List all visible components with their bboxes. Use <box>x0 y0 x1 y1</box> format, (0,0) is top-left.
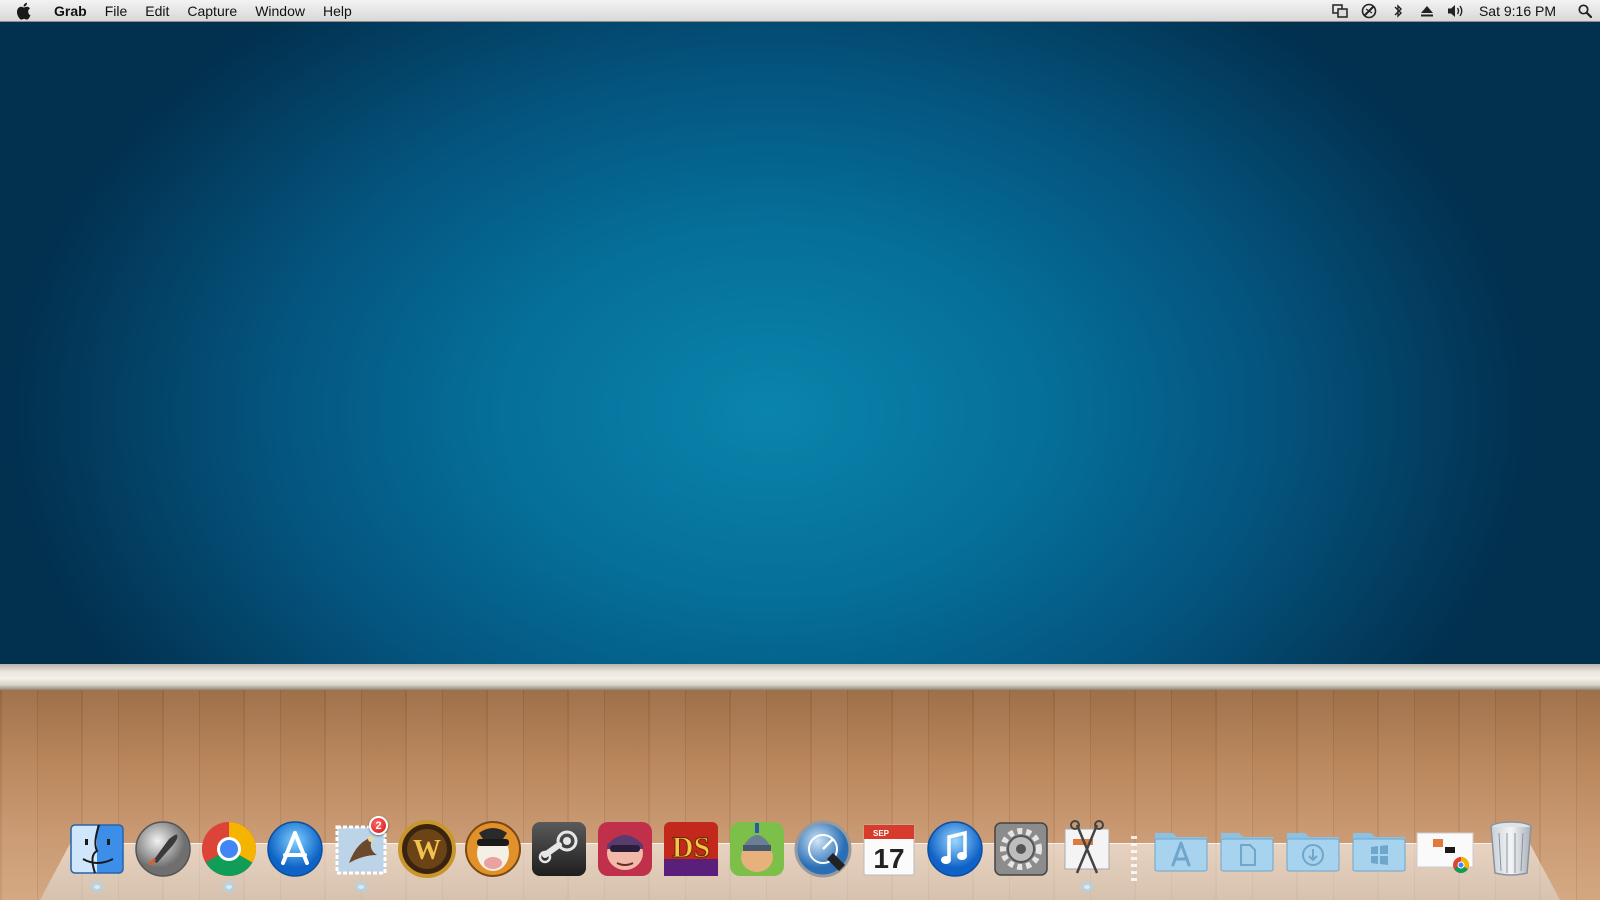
dock-item-steam[interactable] <box>526 816 592 882</box>
app-store-icon <box>267 821 323 877</box>
world-of-warcraft-icon: W <box>398 820 456 878</box>
desktop-wallpaper[interactable] <box>0 22 1600 664</box>
downloads-folder-icon <box>1286 833 1340 872</box>
menu-clock[interactable]: Sat 9:16 PM <box>1471 3 1570 19</box>
calendar-icon: SEP 17 <box>863 824 915 876</box>
steam-icon <box>532 822 586 876</box>
applications-folder-icon <box>1154 833 1208 872</box>
dock-item-knight-game[interactable] <box>724 816 790 882</box>
mail-unread-badge: 2 <box>369 816 388 835</box>
dock-item-network-utility[interactable] <box>790 816 856 882</box>
documents-folder-icon <box>1220 833 1274 872</box>
dock-item-itunes[interactable] <box>922 816 988 882</box>
system-preferences-icon <box>994 822 1048 876</box>
svg-text:DS: DS <box>672 831 710 864</box>
dock-item-scissors-utility[interactable] <box>1054 816 1120 889</box>
cartoon-thief-game-icon <box>598 822 652 876</box>
dock-item-trash[interactable] <box>1478 816 1544 882</box>
launchpad-icon <box>135 821 191 877</box>
dock-item-cow-game[interactable] <box>460 816 526 882</box>
volume-icon[interactable] <box>1442 0 1471 22</box>
itunes-icon <box>927 821 983 877</box>
eject-icon[interactable] <box>1413 0 1442 22</box>
calendar-month: SEP <box>873 829 890 838</box>
dock-separator[interactable] <box>1120 822 1148 882</box>
dock-item-world-of-warcraft[interactable]: W <box>394 816 460 882</box>
apple-menu[interactable] <box>0 0 46 22</box>
network-utility-icon <box>794 820 852 878</box>
menu-help[interactable]: Help <box>314 0 361 22</box>
dock-item-chrome[interactable] <box>196 816 262 889</box>
dock: 2 W DS SEP 17 <box>64 814 1544 889</box>
running-indicator <box>94 885 100 889</box>
apple-icon <box>16 2 31 20</box>
dock-item-mail[interactable]: 2 <box>328 816 394 889</box>
dock-item-app-store[interactable] <box>262 816 328 882</box>
scissors-utility-icon <box>1064 820 1110 874</box>
chrome-icon <box>201 822 257 877</box>
app-menu-grab[interactable]: Grab <box>46 0 96 22</box>
running-indicator <box>358 885 364 889</box>
cartoon-cow-game-icon <box>465 821 521 877</box>
chrome-file-stack-icon <box>1416 832 1474 873</box>
menu-file[interactable]: File <box>96 0 137 22</box>
cartoon-knight-game-icon <box>730 822 784 876</box>
calendar-day: 17 <box>873 843 904 874</box>
wallpaper-baseboard <box>0 664 1600 690</box>
finder-icon <box>70 824 124 874</box>
menu-edit[interactable]: Edit <box>136 0 178 22</box>
running-indicator <box>1084 885 1090 889</box>
dock-stack-documents[interactable] <box>1214 816 1280 882</box>
dock-item-ds-game[interactable]: DS <box>658 816 724 882</box>
dock-stack-downloads[interactable] <box>1280 816 1346 882</box>
dock-item-finder[interactable] <box>64 816 130 889</box>
dock-item-launchpad[interactable] <box>130 816 196 882</box>
safari-sync-icon[interactable] <box>1355 0 1384 22</box>
window-switch-icon[interactable] <box>1326 0 1355 22</box>
ds-game-icon: DS <box>664 822 718 876</box>
dock-item-system-preferences[interactable] <box>988 816 1054 882</box>
menu-bar: Grab File Edit Capture Window Help Sat 9… <box>0 0 1600 22</box>
windows-folder-icon <box>1352 833 1406 872</box>
dock-stack-applications[interactable] <box>1148 816 1214 882</box>
menu-window[interactable]: Window <box>246 0 314 22</box>
bluetooth-icon[interactable] <box>1384 0 1413 22</box>
dock-item-calendar[interactable]: SEP 17 <box>856 816 922 882</box>
dock-stack-windows[interactable] <box>1346 816 1412 882</box>
trash-icon <box>1490 821 1532 876</box>
menu-capture[interactable]: Capture <box>178 0 246 22</box>
spotlight-search-icon[interactable] <box>1570 0 1600 22</box>
svg-text:W: W <box>413 835 441 866</box>
dock-item-thief-game[interactable] <box>592 816 658 882</box>
running-indicator <box>226 885 232 889</box>
dock-stack-chrome-files[interactable] <box>1412 816 1478 882</box>
